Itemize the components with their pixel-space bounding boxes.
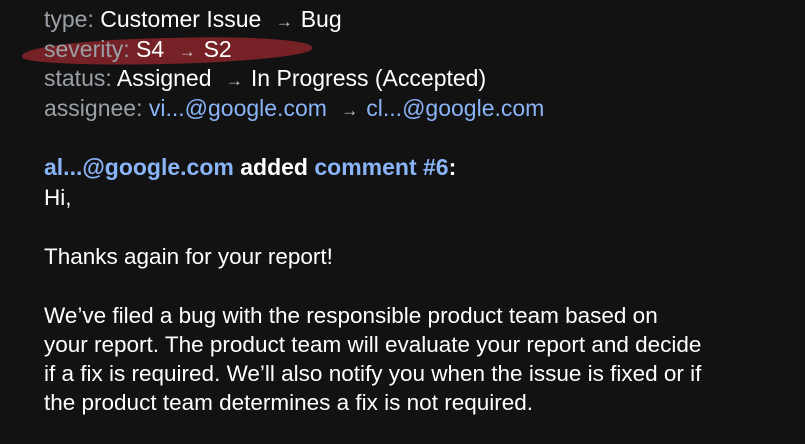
change-row-status: status: Assigned → In Progress (Accepted): [44, 64, 486, 95]
assignee-label: assignee:: [44, 95, 143, 121]
type-to: Bug: [300, 6, 342, 32]
comment-paragraph-2-line-2: your report. The product team will evalu…: [44, 332, 702, 357]
comment-action: added: [240, 154, 308, 180]
comment-header: al...@google.com added comment #6:: [44, 153, 456, 182]
arrow-icon: →: [178, 42, 196, 61]
comment-paragraph-2-line-4: the product team determines a fix is not…: [44, 390, 534, 415]
comment-paragraph-2-line-3: if a fix is required. We’ll also notify …: [44, 361, 702, 386]
type-label: type:: [44, 6, 94, 32]
change-row-assignee: assignee: vi...@google.com → cl...@google…: [44, 94, 544, 125]
arrow-icon: →: [341, 101, 359, 120]
comment-paragraph-1: Thanks again for your report!: [44, 244, 333, 269]
comment-number-link[interactable]: comment #6: [314, 154, 448, 180]
type-from: Customer Issue: [100, 6, 262, 32]
comment-paragraph-2-line-1: We’ve filed a bug with the responsible p…: [44, 303, 658, 328]
status-to: In Progress (Accepted): [250, 65, 487, 91]
arrow-icon: →: [225, 71, 243, 90]
severity-from: S4: [136, 36, 165, 62]
assignee-to-link[interactable]: cl...@google.com: [366, 95, 544, 121]
arrow-icon: →: [275, 12, 293, 31]
status-from: Assigned: [116, 65, 212, 91]
assignee-from-link[interactable]: vi...@google.com: [149, 95, 327, 121]
comment-header-colon: :: [448, 154, 457, 180]
severity-label: severity:: [44, 36, 130, 62]
change-row-severity: severity: S4 → S2: [44, 35, 232, 66]
status-label: status:: [44, 65, 112, 91]
comment-author-link[interactable]: al...@google.com: [44, 154, 234, 180]
comment-greeting: Hi,: [44, 185, 72, 210]
change-row-type: type: Customer Issue → Bug: [44, 5, 342, 36]
severity-to: S2: [203, 36, 232, 62]
